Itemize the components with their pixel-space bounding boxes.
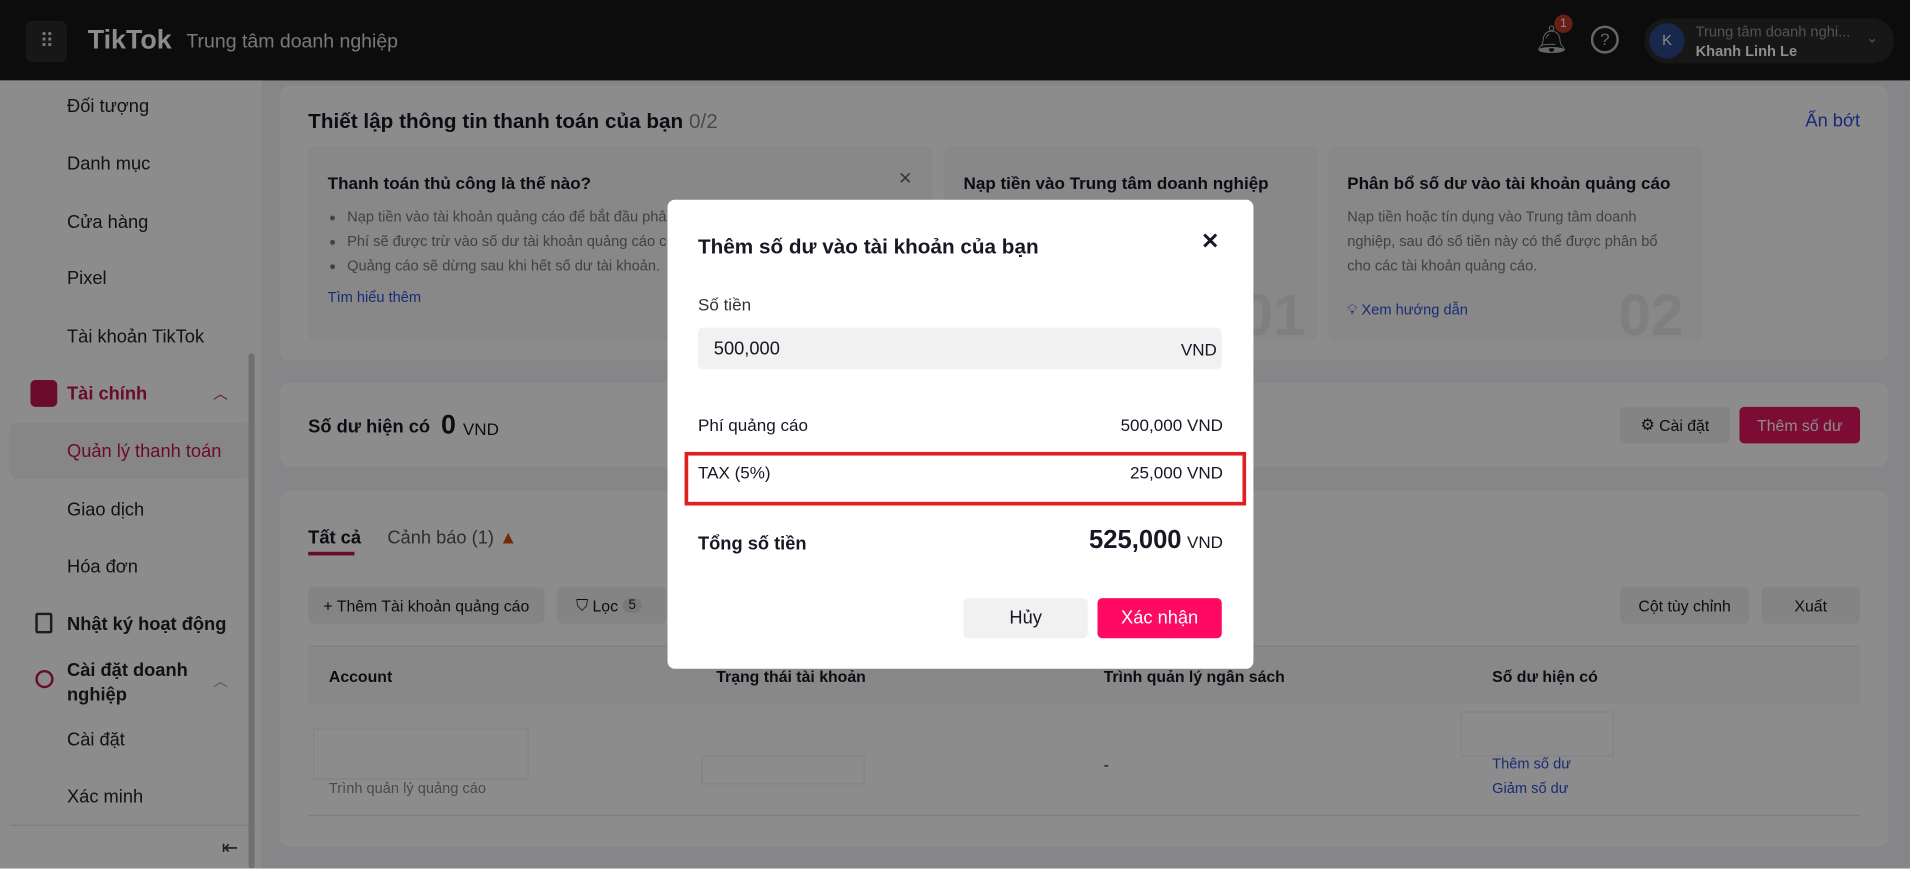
- modal-title: Thêm số dư vào tài khoản của bạn: [697, 235, 1039, 259]
- amount-value: 500,000: [713, 338, 780, 360]
- tax-label: TAX (5%): [697, 462, 771, 483]
- add-balance-modal: Thêm số dư vào tài khoản của bạn ✕ Số ti…: [667, 199, 1254, 669]
- amount-input[interactable]: 500,000 VND: [697, 327, 1222, 370]
- tax-value: 25,000 VND: [1130, 462, 1223, 483]
- ad-fee-value: 500,000 VND: [1120, 415, 1223, 435]
- ad-fee-label: Phí quảng cáo: [697, 415, 808, 435]
- cancel-button[interactable]: Hủy: [963, 598, 1088, 639]
- amount-currency: VND: [1180, 339, 1217, 360]
- confirm-button[interactable]: Xác nhận: [1097, 598, 1222, 639]
- amount-label: Số tiền: [697, 294, 752, 315]
- close-icon[interactable]: ✕: [1201, 229, 1219, 255]
- total-amount: 525,000 VND: [1089, 526, 1223, 555]
- total-label: Tổng số tiền: [697, 533, 807, 555]
